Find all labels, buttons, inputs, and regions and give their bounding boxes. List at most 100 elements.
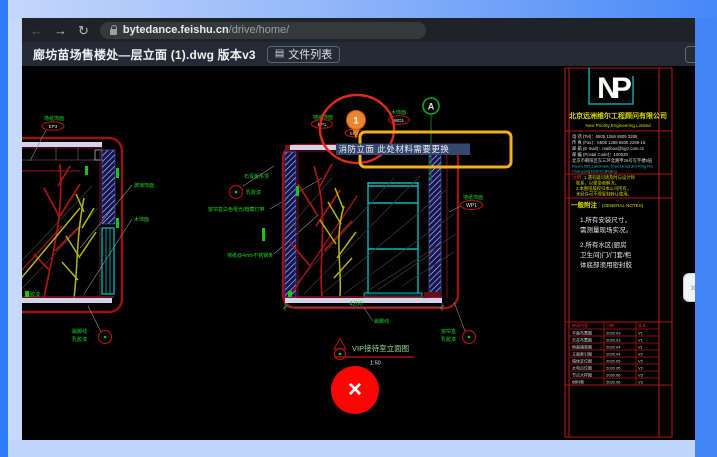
file-list-icon: ▤ [275,49,284,59]
general-notes-heading-en: (GENERAL NOTES) [602,203,644,208]
svg-text:2020.06: 2020.06 [606,379,621,384]
glass-panel [102,228,114,294]
svg-text:邮 箱 (E-mail)：mailbox@bjyz.com.: 邮 箱 (E-mail)：mailbox@bjyz.com.cn [572,145,645,152]
tree-branches-yellow [320,188,356,296]
np-logo: NP [597,72,631,105]
url-path: /drive/home/ [229,24,290,36]
svg-text:V2: V2 [638,351,644,356]
paint-label: 乳胶漆 [441,336,456,343]
svg-text:电 话 (Tel)：6505 1266 6505 3265: 电 话 (Tel)：6505 1266 6505 3265 [572,133,638,140]
frame-bottom [8,440,695,457]
browser-toolbar: ← → ↻ bytedance.feishu.cn/drive/home/ [22,18,695,42]
svg-text:平面布置图: 平面布置图 [572,329,592,335]
tag-wd1: WD1 [394,118,405,123]
remark-notes: 1.遇有疑问请及时与设计师 联系，以便协商解决。 2.本图纸版权归本公司所有， … [576,174,636,198]
axis-letter: A [428,102,435,112]
svg-text:墙体定位图: 墙体定位图 [572,357,592,363]
svg-text:水电点位图: 水电点位图 [572,364,592,370]
svg-text:V2: V2 [638,358,644,363]
address-bar[interactable]: bytedance.feishu.cn/drive/home/ [100,22,426,39]
svg-text:V1: V1 [638,337,644,342]
tag-ep3: EP3 [49,124,58,129]
address-en: Room 505,Landmark Tower,East 3rd Ring Rd… [572,164,654,174]
ceiling-label: 石膏板吊顶 [244,173,269,180]
svg-text:V3: V3 [638,372,644,377]
drawing-title-group: VIP接待室立面图 1:50 [334,339,414,367]
contact-info: 电 话 (Tel)：6505 1266 6505 3265 传 真 (Fax)：… [572,133,653,164]
svg-text:体底部须用密封胶: 体底部须用密封胶 [580,260,633,269]
title-triangle-symbol [334,339,346,350]
forward-icon[interactable]: → [54,24,67,37]
svg-text:传 真 (Fax)：6505 1268 6505 2266: 传 真 (Fax)：6505 1268 6505 2266-16 [572,139,646,146]
svg-text:2020.06: 2020.06 [606,372,621,377]
tree-branches-red [290,164,357,296]
paint-label: 乳胶漆 [72,336,87,343]
svg-text:V2: V2 [638,365,644,370]
frame-left-inner [8,18,22,440]
svg-text:日期: 日期 [606,322,614,328]
svg-text:2.所有水区(厨房: 2.所有水区(厨房 [580,240,627,249]
company-name-en: New Priority Engineering Limited [585,123,651,128]
wallpaper-label: 墙纸@4mm不锈钢条 [227,252,273,259]
pin-number: 1 [353,116,358,126]
title-block: NP 北京远洲维尔工程顾问有限公司 New Priority Engineeri… [565,68,672,437]
svg-text:V3: V3 [638,379,644,384]
general-notes-heading-cn: 一般附注 [571,200,598,209]
dimension-text: 4200 [349,302,363,308]
lock-icon [110,29,117,35]
svg-text:节点大样图: 节点大样图 [572,371,592,377]
paint-label: 乳胶漆 [246,189,261,196]
reload-icon[interactable]: ↻ [78,24,89,37]
chevron-right-icon: » [690,282,695,294]
svg-text:立面索引图: 立面索引图 [572,350,592,356]
header-edge-button[interactable] [685,46,695,63]
hatched-column [102,150,115,224]
skirting-label: 踢脚线 [72,328,87,335]
tree-branches-red [22,164,80,298]
table-header: 修改内容 日期 版本 [572,322,646,328]
company-name-cn: 北京远洲维尔工程顾问有限公司 [569,111,667,120]
svg-text:V1: V1 [638,344,644,349]
left-elevation-drawing [22,138,122,312]
window-frame [368,182,418,296]
frame-right [695,18,717,457]
frame-left-outer [0,0,8,457]
center-elevation-drawing [283,145,458,308]
svg-text:2020.05: 2020.05 [606,358,621,363]
file-list-button[interactable]: ▤ 文件列表 [267,46,340,63]
svg-text:2020.03: 2020.03 [606,337,621,342]
comment-text: 消防立面 此处材料需要更换 [339,144,450,154]
svg-text:需测量现场实况。: 需测量现场实况。 [580,225,632,234]
tag-top-label: 木饰面 [391,109,406,116]
floor-line [22,298,112,303]
revision-table: 修改内容 日期 版本 平面布置图 2020.03 V1 天花布置图 2020.03 V1… [570,322,659,385]
close-button[interactable]: × [331,366,379,414]
skirting-label: 踢脚线 [374,318,389,325]
middle-labels: 石膏板吊顶 乳胶漆 窗帘盒白色哑光/暗藏灯带 墙纸@4mm不锈钢条 [208,166,322,259]
document-header: 廊坊苗场售楼处—层立面 (1).dwg 版本v3 ▤ 文件列表 [22,42,695,66]
svg-text:修改内容: 修改内容 [572,322,588,328]
left-drawing-labels: 墙纸饰面 EP3 玻璃饰面 木饰面 乳胶漆 踢脚线 乳胶漆 [25,115,154,344]
svg-text:V1: V1 [638,330,644,335]
hatched-column [285,152,296,298]
svg-text:1.所有安装尺寸，: 1.所有安装尺寸， [580,215,631,224]
drawing-title: VIP接待室立面图 [352,343,409,353]
finish-label: 墙纸饰面 [44,115,64,122]
curtain-box-label: 窗帘盒白色哑光/暗藏灯带 [208,206,264,213]
svg-text:2020.04: 2020.04 [606,344,621,349]
back-icon[interactable]: ← [30,24,43,37]
floor-line [285,298,442,303]
frame-top [0,0,717,18]
svg-text:Chaoyang District,Beijing: Chaoyang District,Beijing [572,169,617,174]
svg-text:天花布置图: 天花布置图 [572,336,592,342]
svg-text:2020.03: 2020.03 [606,330,621,335]
paint-label: 乳胶漆 [25,291,40,298]
svg-text:地面铺装图: 地面铺装图 [572,343,592,349]
drawing-scale: 1:50 [370,361,381,367]
svg-text:2020.04: 2020.04 [606,351,621,356]
panel-expander[interactable]: » [683,273,695,302]
curtain-box-label: 窗帘盒 [441,328,456,335]
dwg-canvas[interactable]: 墙纸饰面 EP3 玻璃饰面 木饰面 乳胶漆 踢脚线 乳胶漆 石膏板吊顶 [22,66,695,440]
wood-label: 木饰面 [134,216,149,223]
svg-text:2020.05: 2020.05 [606,365,621,370]
